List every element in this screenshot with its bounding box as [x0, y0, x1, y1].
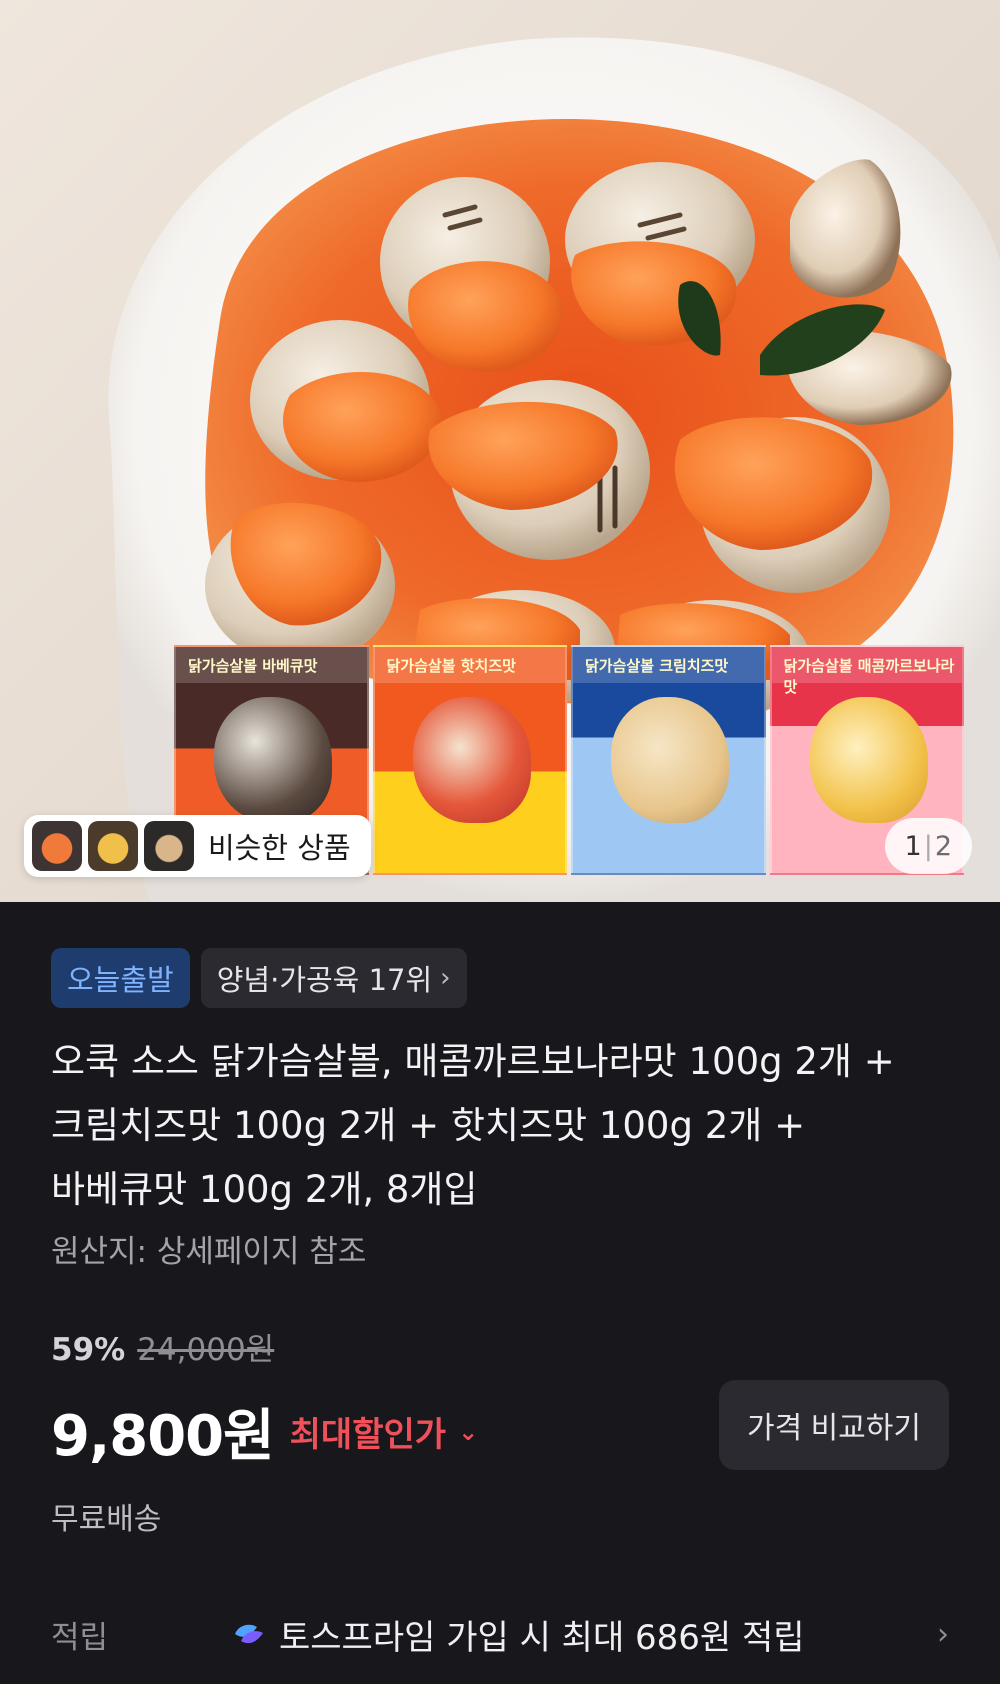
package-food-image — [214, 696, 333, 824]
category-rank-label: 양념·가공육 17위 — [216, 963, 433, 997]
category-rank-link[interactable]: 양념·가공육 17위 › — [200, 948, 467, 1008]
page-total: 2 — [934, 830, 952, 862]
package-cream-cheese: 닭가슴살볼 크림치즈맛 — [571, 645, 766, 875]
package-hot-cheese: 닭가슴살볼 핫치즈맛 — [372, 645, 567, 875]
page-separator: | — [923, 830, 933, 862]
product-image-carousel[interactable]: 닭가슴살볼 바베큐맛 닭가슴살볼 핫치즈맛 닭가슴살볼 크림치즈맛 닭가슴살볼 … — [0, 0, 1000, 902]
compare-price-button[interactable]: 가격 비교하기 — [719, 1380, 949, 1470]
product-title: 오쿡 소스 닭가슴살볼, 매콤까르보나라맛 100g 2개 + 크림치즈맛 10… — [51, 1040, 895, 1211]
package-title: 닭가슴살볼 바베큐맛 — [188, 657, 318, 675]
today-shipping-badge: 오늘출발 — [51, 948, 190, 1008]
reward-row[interactable]: 적립 토스프라임 가입 시 최대 686원 적립 › — [51, 1604, 949, 1664]
similar-product-thumbnail — [144, 821, 194, 871]
price-block: 59% 24,000원 9,800원 최대할인가 ⌄ 가격 비교하기 무료배송 — [51, 1324, 949, 1544]
today-shipping-label: 오늘출발 — [67, 963, 174, 997]
page-current: 1 — [904, 830, 922, 862]
reward-text: 토스프라임 가입 시 최대 686원 적립 — [279, 1617, 805, 1658]
image-page-indicator: 1 | 2 — [884, 818, 972, 874]
discount-percent: 59% — [51, 1332, 126, 1368]
package-title: 닭가슴살볼 매콤까르보나라맛 — [783, 657, 955, 696]
similar-products-label: 비슷한 상품 — [208, 831, 351, 865]
current-price: 9,800원 — [51, 1404, 275, 1469]
discount-row: 59% 24,000원 — [51, 1324, 949, 1369]
original-price: 24,000원 — [137, 1332, 275, 1368]
max-discount-toggle[interactable]: 최대할인가 ⌄ — [290, 1407, 479, 1456]
chevron-down-icon: ⌄ — [458, 1417, 479, 1446]
package-title: 닭가슴살볼 핫치즈맛 — [386, 657, 516, 675]
toss-prime-icon — [235, 1624, 263, 1644]
package-food-image — [809, 696, 928, 824]
package-food-image — [611, 696, 730, 824]
tag-row: 오늘출발 양념·가공육 17위 › — [51, 948, 949, 1008]
chevron-right-icon: › — [440, 963, 451, 993]
origin-info: 원산지: 상세페이지 참조 — [51, 1234, 367, 1270]
chevron-right-icon: › — [937, 1616, 949, 1652]
similar-products-button[interactable]: 비슷한 상품 — [24, 815, 371, 877]
reward-label: 적립 — [51, 1619, 109, 1656]
package-food-image — [412, 696, 531, 824]
shipping-info: 무료배송 — [51, 1502, 162, 1537]
package-title: 닭가슴살볼 크림치즈맛 — [585, 657, 729, 675]
similar-product-thumbnail — [88, 821, 138, 871]
product-info: 오늘출발 양념·가공육 17위 › 오쿡 소스 닭가슴살볼, 매콤까르보나라맛 … — [0, 902, 1000, 1664]
max-discount-label: 최대할인가 — [289, 1415, 447, 1455]
similar-product-thumbnail — [32, 821, 82, 871]
